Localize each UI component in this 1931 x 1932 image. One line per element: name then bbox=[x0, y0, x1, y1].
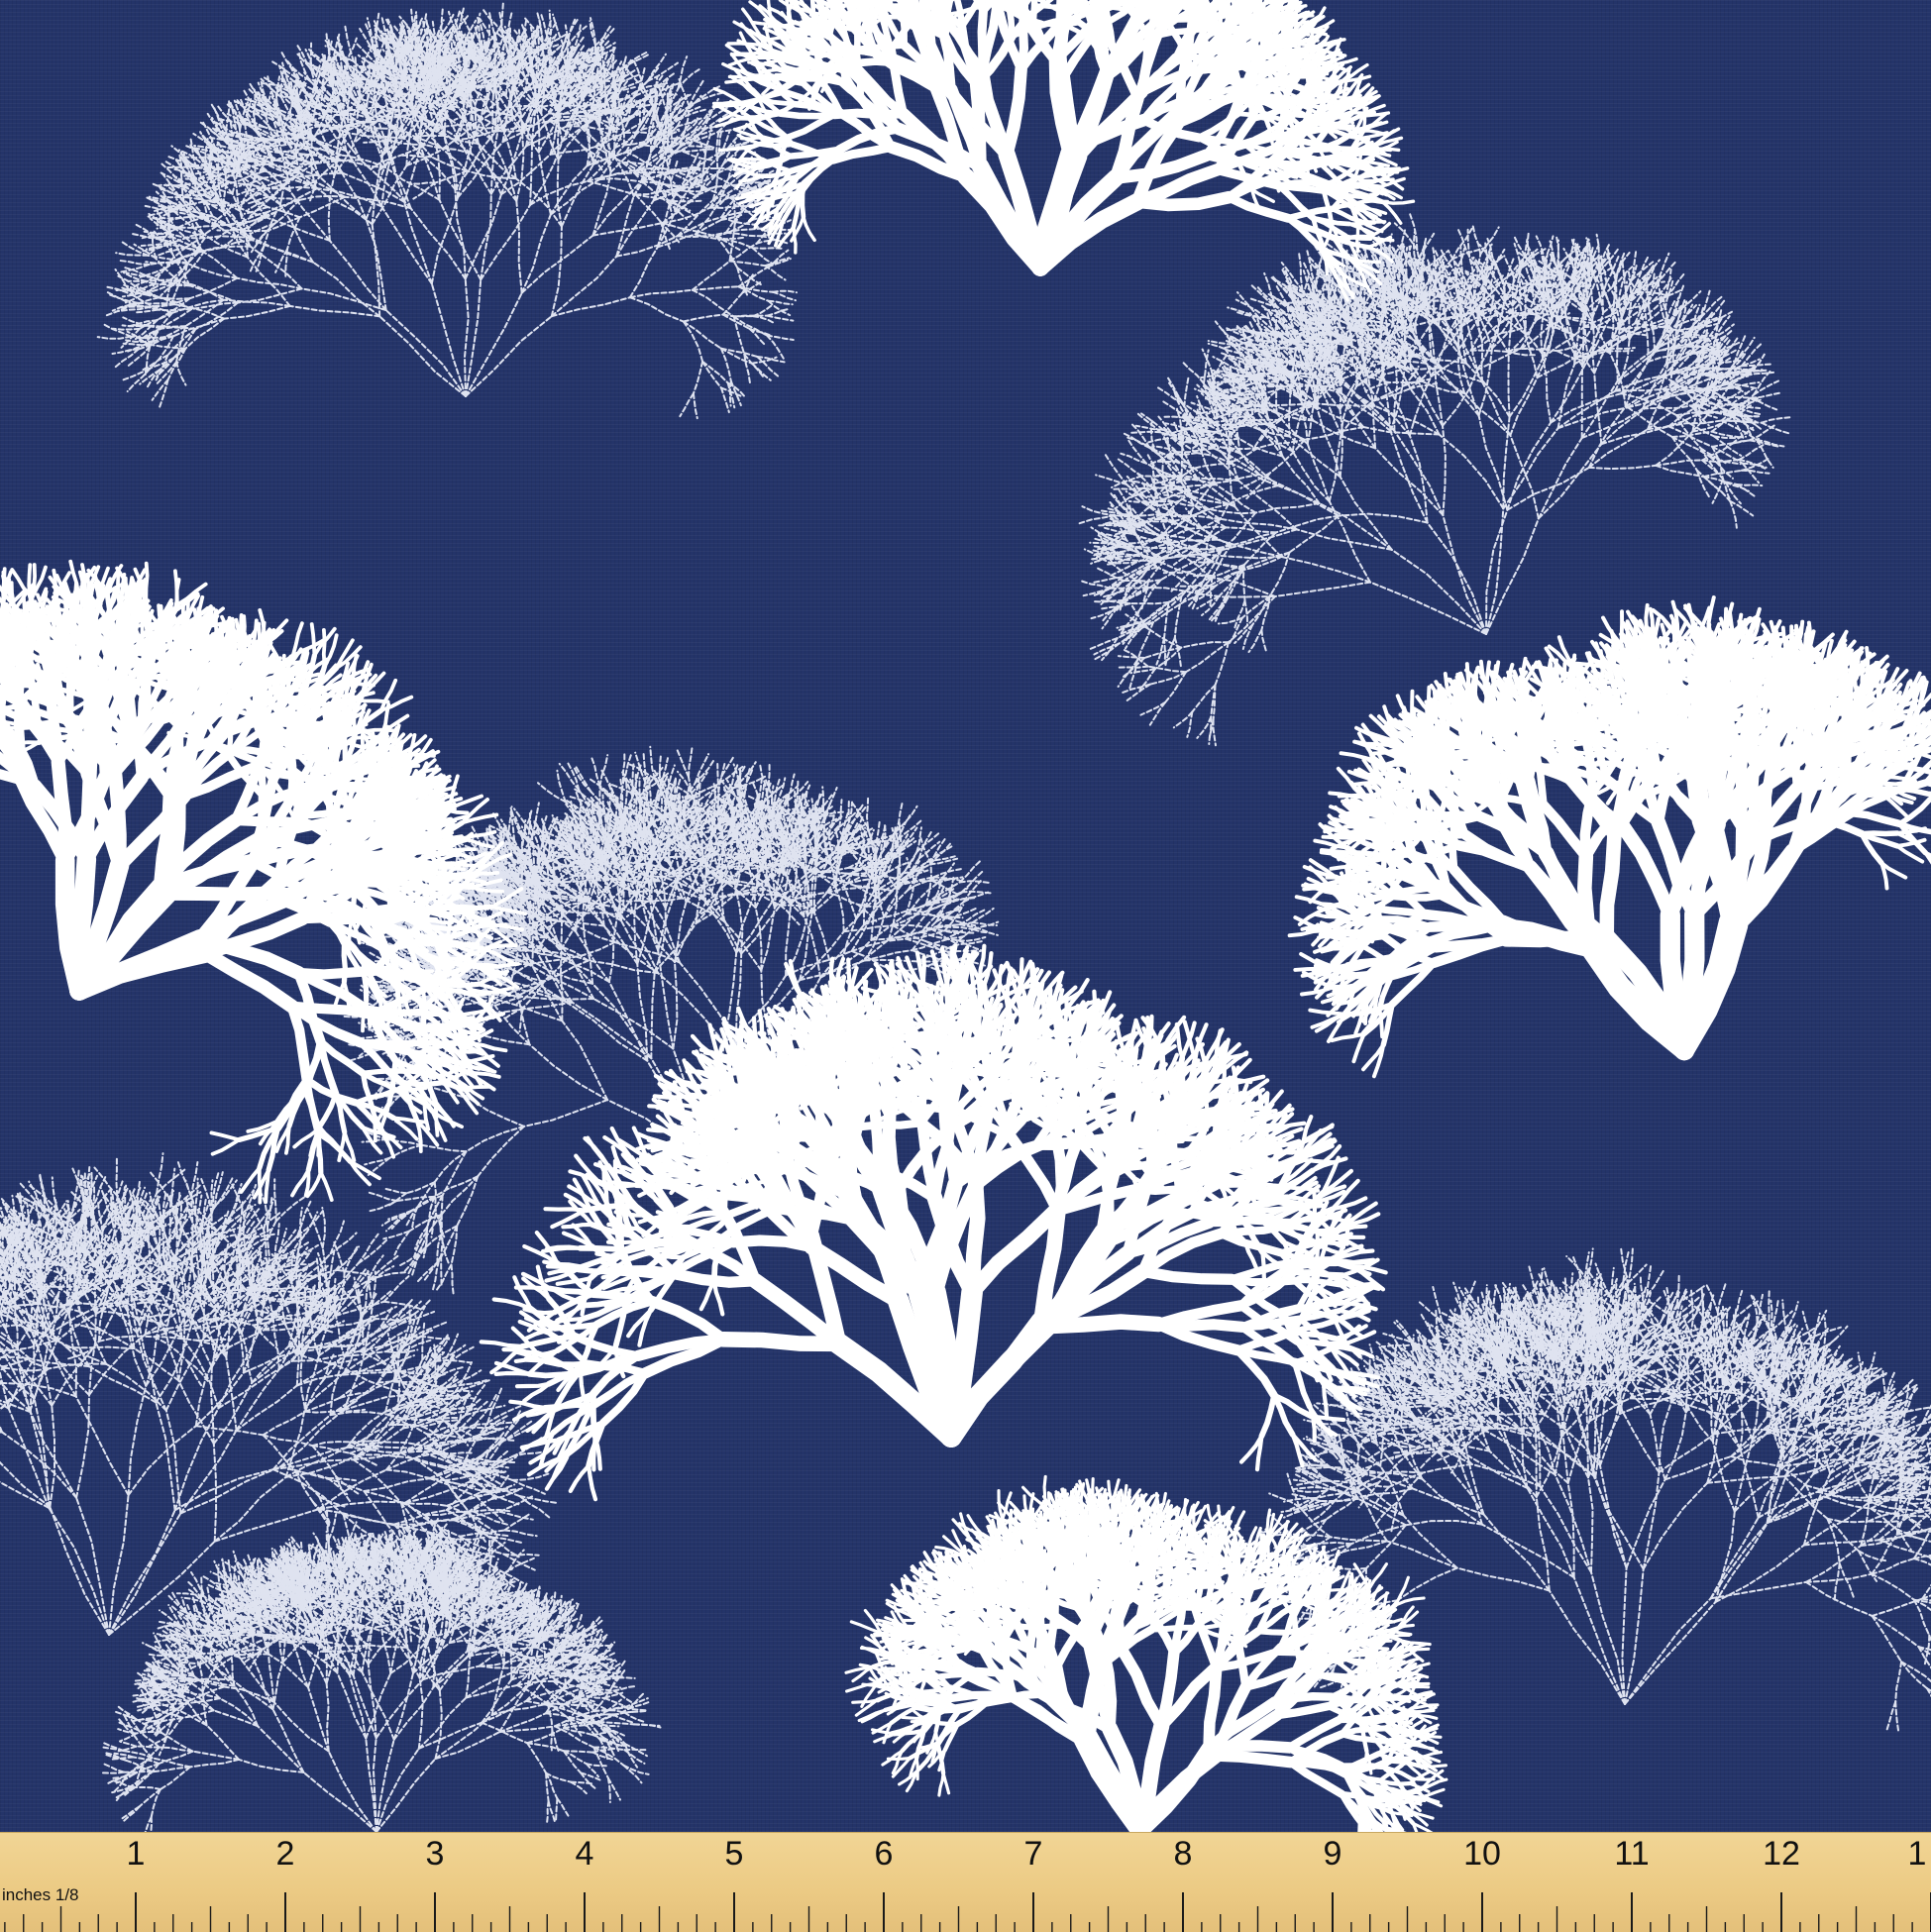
ruler-number: 2 bbox=[276, 1837, 295, 1871]
ruler-number: 7 bbox=[1024, 1837, 1043, 1871]
ruler-number: 9 bbox=[1324, 1837, 1342, 1871]
coral-pattern bbox=[0, 0, 1931, 1832]
ruler-number: 11 bbox=[1614, 1837, 1649, 1871]
ruler-number: 3 bbox=[426, 1837, 445, 1871]
ruler-number: 12 bbox=[1763, 1837, 1800, 1871]
ruler-number: 4 bbox=[576, 1837, 594, 1871]
ruler-number: 1 bbox=[1908, 1837, 1927, 1871]
white-coral bbox=[479, 943, 1388, 1502]
white-coral bbox=[0, 559, 528, 1205]
ruler-unit-label: inches 1/8 bbox=[2, 1886, 79, 1903]
measuring-ruler: inches 1/8 1 2 3 4 5 6 7 8 9 10 11 12 1 bbox=[0, 1832, 1931, 1932]
ruler-number: 8 bbox=[1174, 1837, 1193, 1871]
ruler-number: 1 bbox=[127, 1837, 146, 1871]
white-coral bbox=[1287, 595, 1931, 1079]
ruler-number: 5 bbox=[725, 1837, 744, 1871]
stitched-coral bbox=[96, 0, 798, 420]
white-coral bbox=[844, 1474, 1448, 1832]
stitched-coral bbox=[101, 1510, 662, 1832]
coral-fabric-print bbox=[0, 0, 1931, 1832]
ruler-number: 6 bbox=[875, 1837, 894, 1871]
ruler-number: 10 bbox=[1463, 1837, 1501, 1871]
